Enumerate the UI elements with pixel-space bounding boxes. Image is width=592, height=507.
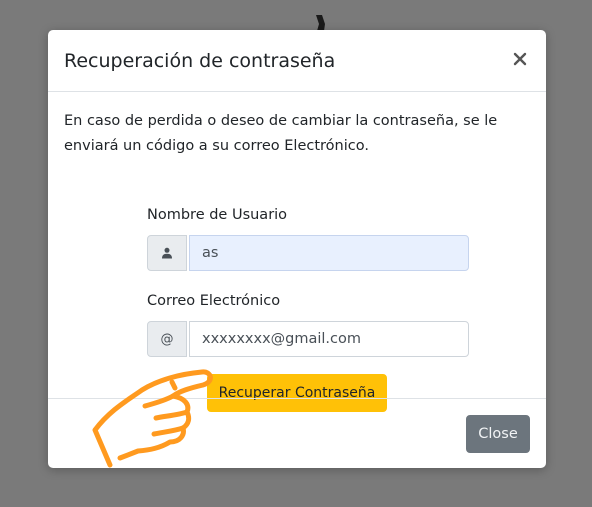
modal-title: Recuperación de contraseña [64, 50, 336, 72]
close-icon[interactable] [510, 49, 530, 69]
username-label: Nombre de Usuario [147, 207, 288, 223]
user-icon [162, 247, 172, 259]
username-field[interactable] [189, 235, 469, 271]
email-addon: @ [147, 321, 187, 357]
username-addon [147, 235, 187, 271]
password-recovery-modal: Recuperación de contraseña En caso de pe… [48, 30, 546, 468]
close-button[interactable]: Close [466, 415, 530, 453]
email-label: Correo Electrónico [147, 293, 281, 309]
modal-footer: Close [48, 398, 546, 469]
email-field[interactable] [189, 321, 469, 357]
modal-body: En caso de perdida o deseo de cambiar la… [48, 92, 546, 412]
modal-header: Recuperación de contraseña [48, 30, 546, 92]
intro-text: En caso de perdida o deseo de cambiar la… [64, 113, 498, 154]
